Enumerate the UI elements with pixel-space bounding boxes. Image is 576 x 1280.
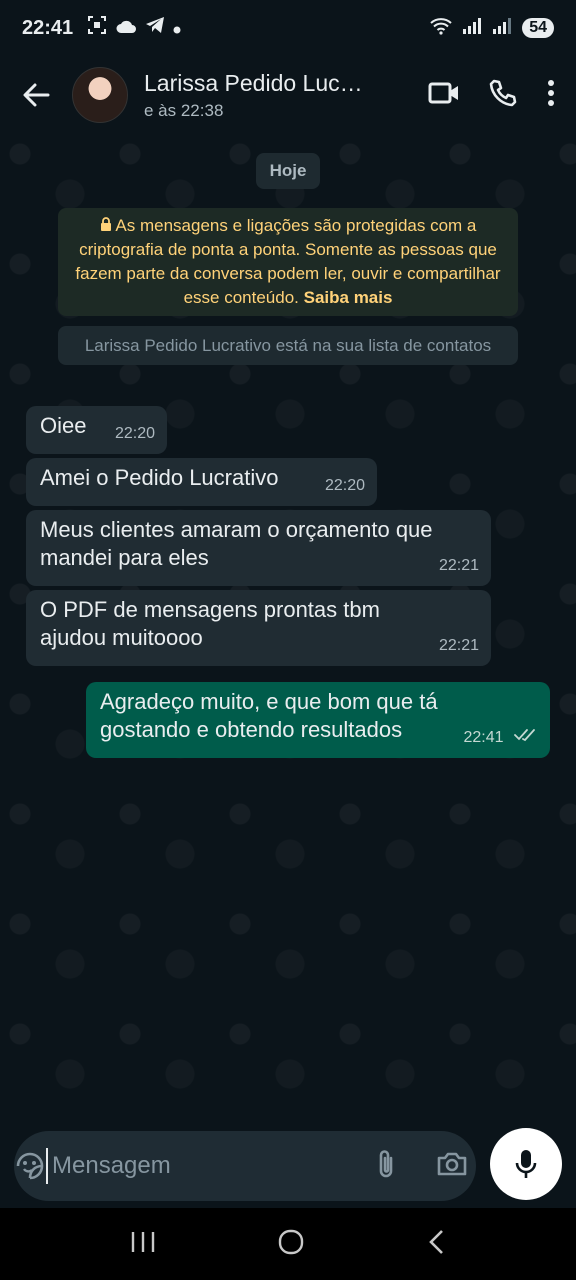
microphone-icon bbox=[515, 1150, 537, 1178]
camera-button[interactable] bbox=[436, 1150, 468, 1183]
message-bubble-incoming[interactable]: O PDF de mensagens prontas tbm ajudou mu… bbox=[26, 590, 491, 666]
voice-message-button[interactable] bbox=[490, 1128, 562, 1200]
encryption-text: As mensagens e ligações são protegidas c… bbox=[75, 216, 501, 307]
encryption-notice[interactable]: As mensagens e ligações são protegidas c… bbox=[58, 208, 518, 316]
message-composer bbox=[14, 1131, 476, 1201]
screenshot-icon bbox=[87, 15, 107, 41]
back-nav-button[interactable] bbox=[426, 1228, 446, 1261]
message-text: Amei o Pedido Lucrativo bbox=[40, 465, 279, 490]
paperclip-icon bbox=[379, 1149, 393, 1177]
message-time: 22:41 bbox=[463, 729, 504, 746]
message-bubble-incoming[interactable]: Meus clientes amaram o orçamento que man… bbox=[26, 510, 491, 586]
signal-icon-2 bbox=[492, 17, 512, 39]
video-camera-icon bbox=[428, 82, 458, 103]
cloud-icon bbox=[115, 17, 137, 40]
telegram-icon bbox=[145, 16, 165, 40]
message-bubble-outgoing[interactable]: Agradeço muito, e que bom que tá gostand… bbox=[86, 682, 550, 758]
signal-icon bbox=[462, 17, 482, 39]
kebab-menu-icon bbox=[548, 79, 554, 106]
recent-apps-button[interactable] bbox=[130, 1230, 156, 1259]
attach-button[interactable] bbox=[376, 1148, 396, 1185]
system-nav-bar bbox=[0, 1208, 576, 1280]
voice-call-button[interactable] bbox=[488, 78, 518, 113]
message-text: Agradeço muito, e que bom que tá gostand… bbox=[100, 689, 438, 742]
message-time: 22:20 bbox=[324, 477, 365, 494]
sticker-icon bbox=[16, 1152, 44, 1180]
chat-header: Larissa Pedido Lucrativo e às 22:38 bbox=[0, 56, 576, 134]
notification-dot-icon bbox=[173, 17, 181, 40]
sticker-button[interactable] bbox=[14, 1150, 46, 1182]
status-time: 22:41 bbox=[22, 16, 74, 39]
battery-level: 54 bbox=[522, 18, 554, 38]
message-bubble-incoming[interactable]: Oiee 22:20 bbox=[26, 406, 167, 454]
chat-area[interactable]: Hoje As mensagens e ligações são protegi… bbox=[0, 134, 576, 1128]
message-bubble-incoming[interactable]: Amei o Pedido Lucrativo 22:20 bbox=[26, 458, 377, 506]
contact-info[interactable]: Larissa Pedido Lucrativo e às 22:38 bbox=[144, 70, 428, 121]
contact-name[interactable]: Larissa Pedido Lucrativo bbox=[144, 70, 369, 97]
date-divider: Hoje bbox=[256, 153, 320, 189]
status-bar: 22:41 54 bbox=[0, 0, 576, 56]
double-check-icon bbox=[514, 724, 538, 752]
back-button[interactable] bbox=[0, 83, 72, 107]
chevron-left-icon bbox=[428, 1229, 443, 1254]
arrow-left-icon bbox=[23, 83, 50, 107]
wifi-icon bbox=[430, 17, 452, 40]
learn-more-link[interactable]: Saiba mais bbox=[304, 288, 393, 307]
message-time: 22:20 bbox=[114, 425, 155, 442]
message-meta: 22:41 bbox=[464, 724, 539, 752]
home-icon bbox=[278, 1229, 304, 1254]
home-button[interactable] bbox=[277, 1228, 305, 1261]
message-text: Oiee bbox=[40, 413, 87, 438]
more-options-button[interactable] bbox=[546, 79, 556, 112]
phone-icon bbox=[489, 79, 517, 106]
message-input[interactable] bbox=[46, 1148, 364, 1184]
message-text: O PDF de mensagens prontas tbm ajudou mu… bbox=[40, 597, 380, 650]
video-call-button[interactable] bbox=[428, 81, 460, 110]
last-seen-status: e às 22:38 bbox=[144, 100, 224, 120]
contact-notice: Larissa Pedido Lucrativo está na sua lis… bbox=[58, 326, 518, 365]
camera-icon bbox=[437, 1152, 467, 1175]
lock-icon bbox=[100, 216, 116, 235]
recent-apps-icon bbox=[132, 1231, 155, 1252]
message-time: 22:21 bbox=[438, 637, 479, 654]
message-text: Meus clientes amaram o orçamento que man… bbox=[40, 517, 433, 570]
contact-avatar[interactable] bbox=[72, 67, 128, 123]
message-time: 22:21 bbox=[438, 557, 479, 574]
